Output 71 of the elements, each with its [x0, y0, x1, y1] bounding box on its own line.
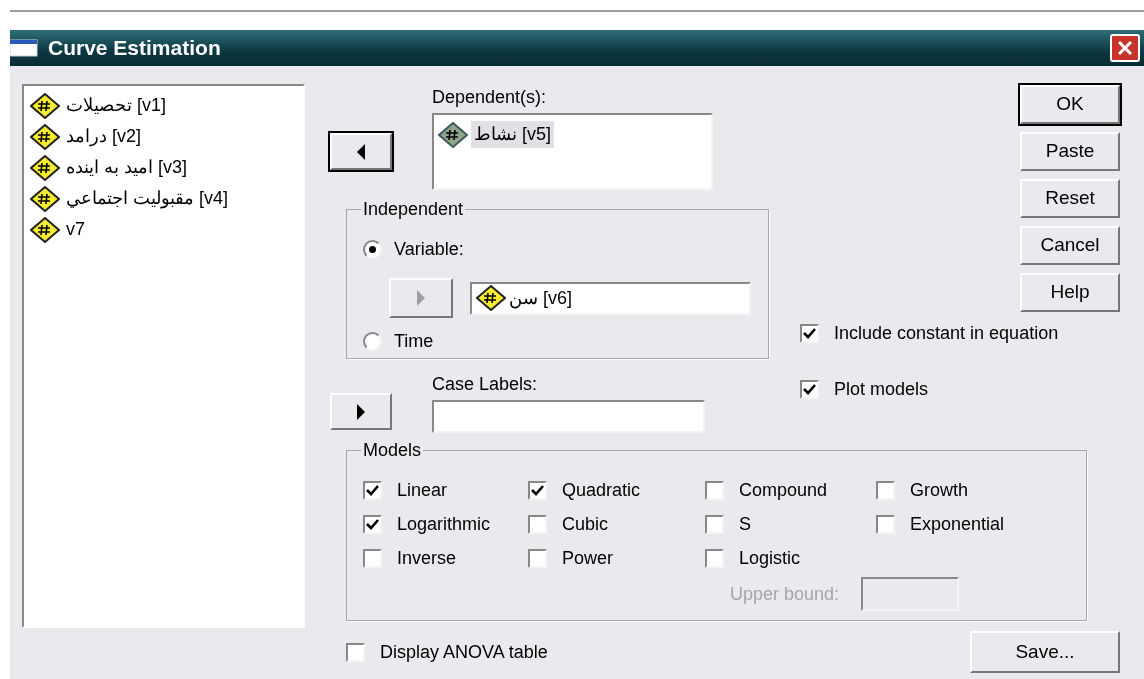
checkbox-label: Logarithmic	[397, 512, 491, 536]
dialog-button[interactable]: Reset	[1020, 179, 1120, 218]
radio-button[interactable]	[363, 239, 382, 259]
check-icon	[366, 518, 379, 530]
numeric-variable-icon	[30, 123, 60, 150]
checkbox-label: Plot models	[834, 377, 929, 401]
checkbox[interactable]	[528, 548, 547, 568]
checkbox[interactable]	[800, 379, 819, 399]
numeric-variable-icon	[476, 285, 506, 311]
checkbox[interactable]	[346, 642, 365, 662]
numeric-variable-icon	[30, 185, 60, 212]
check-icon	[531, 484, 544, 496]
numeric-variable-icon	[438, 121, 468, 148]
check-icon	[803, 327, 816, 339]
dialog-button[interactable]: OK	[1020, 85, 1120, 124]
field-label: Upper bound:	[730, 582, 840, 606]
transfer-button[interactable]	[330, 393, 392, 430]
variable-item[interactable]: تحصيلات [v1]	[63, 92, 169, 119]
dependent-list[interactable]: نشاط [v5]	[432, 113, 713, 190]
variable-field[interactable]: سن [v6]	[470, 281, 751, 315]
radio-button[interactable]	[363, 331, 382, 351]
field-label: Dependent(s):	[432, 86, 548, 109]
dialog-button[interactable]: Help	[1020, 273, 1120, 312]
checkbox-label: S	[739, 512, 751, 536]
checkbox[interactable]	[363, 548, 382, 568]
checkbox[interactable]	[800, 323, 819, 343]
numeric-variable-icon	[30, 154, 60, 181]
save-button[interactable]: Save...	[970, 631, 1120, 673]
checkbox[interactable]	[705, 514, 724, 534]
checkbox-label: Inverse	[397, 546, 457, 570]
variable-item[interactable]: مقبوليت اجتماعي [v4]	[63, 185, 232, 212]
field-label: Case Labels:	[432, 373, 539, 396]
checkbox-label: Power	[562, 546, 614, 570]
variable-item[interactable]: درامد [v2]	[63, 123, 144, 150]
checkbox[interactable]	[705, 548, 724, 568]
checkbox[interactable]	[705, 480, 724, 500]
checkbox[interactable]	[363, 514, 382, 534]
checkbox[interactable]	[528, 514, 547, 534]
checkbox[interactable]	[876, 514, 895, 534]
checkbox-label: Exponential	[910, 512, 1005, 536]
checkbox[interactable]	[363, 480, 382, 500]
close-button[interactable]	[1110, 34, 1140, 62]
variable-item[interactable]: نشاط [v5]	[471, 121, 554, 148]
checkbox-label: Linear	[397, 478, 448, 502]
dialog-button[interactable]: Cancel	[1020, 226, 1120, 265]
checkbox-label: Display ANOVA table	[380, 640, 548, 664]
variable-item[interactable]: v7	[63, 216, 88, 243]
right-arrow-icon	[416, 289, 426, 307]
checkbox-label: Compound	[739, 478, 828, 502]
check-icon	[803, 383, 816, 395]
window-title: Curve Estimation	[48, 35, 221, 62]
window-icon	[10, 39, 38, 57]
checkbox-label: Quadratic	[562, 478, 641, 502]
checkbox-label: Logistic	[739, 546, 801, 570]
radio-label: Time	[394, 329, 434, 353]
checkbox-label: Cubic	[562, 512, 609, 536]
right-arrow-icon	[356, 402, 366, 421]
checkbox-label: Growth	[910, 478, 969, 502]
close-icon	[1117, 40, 1133, 56]
checkbox[interactable]	[528, 480, 547, 500]
numeric-variable-icon	[30, 216, 60, 243]
checkbox-label: Include constant in equation	[834, 321, 1059, 345]
numeric-variable-icon	[30, 92, 60, 119]
left-arrow-icon	[356, 142, 366, 161]
dialog-button[interactable]: Paste	[1020, 132, 1120, 171]
checkbox[interactable]	[876, 480, 895, 500]
transfer-button[interactable]	[330, 133, 392, 170]
case-labels-field[interactable]	[432, 400, 705, 433]
check-icon	[366, 484, 379, 496]
radio-label: Variable:	[394, 237, 464, 261]
variable-item[interactable]: اميد به اينده [v3]	[63, 154, 191, 181]
